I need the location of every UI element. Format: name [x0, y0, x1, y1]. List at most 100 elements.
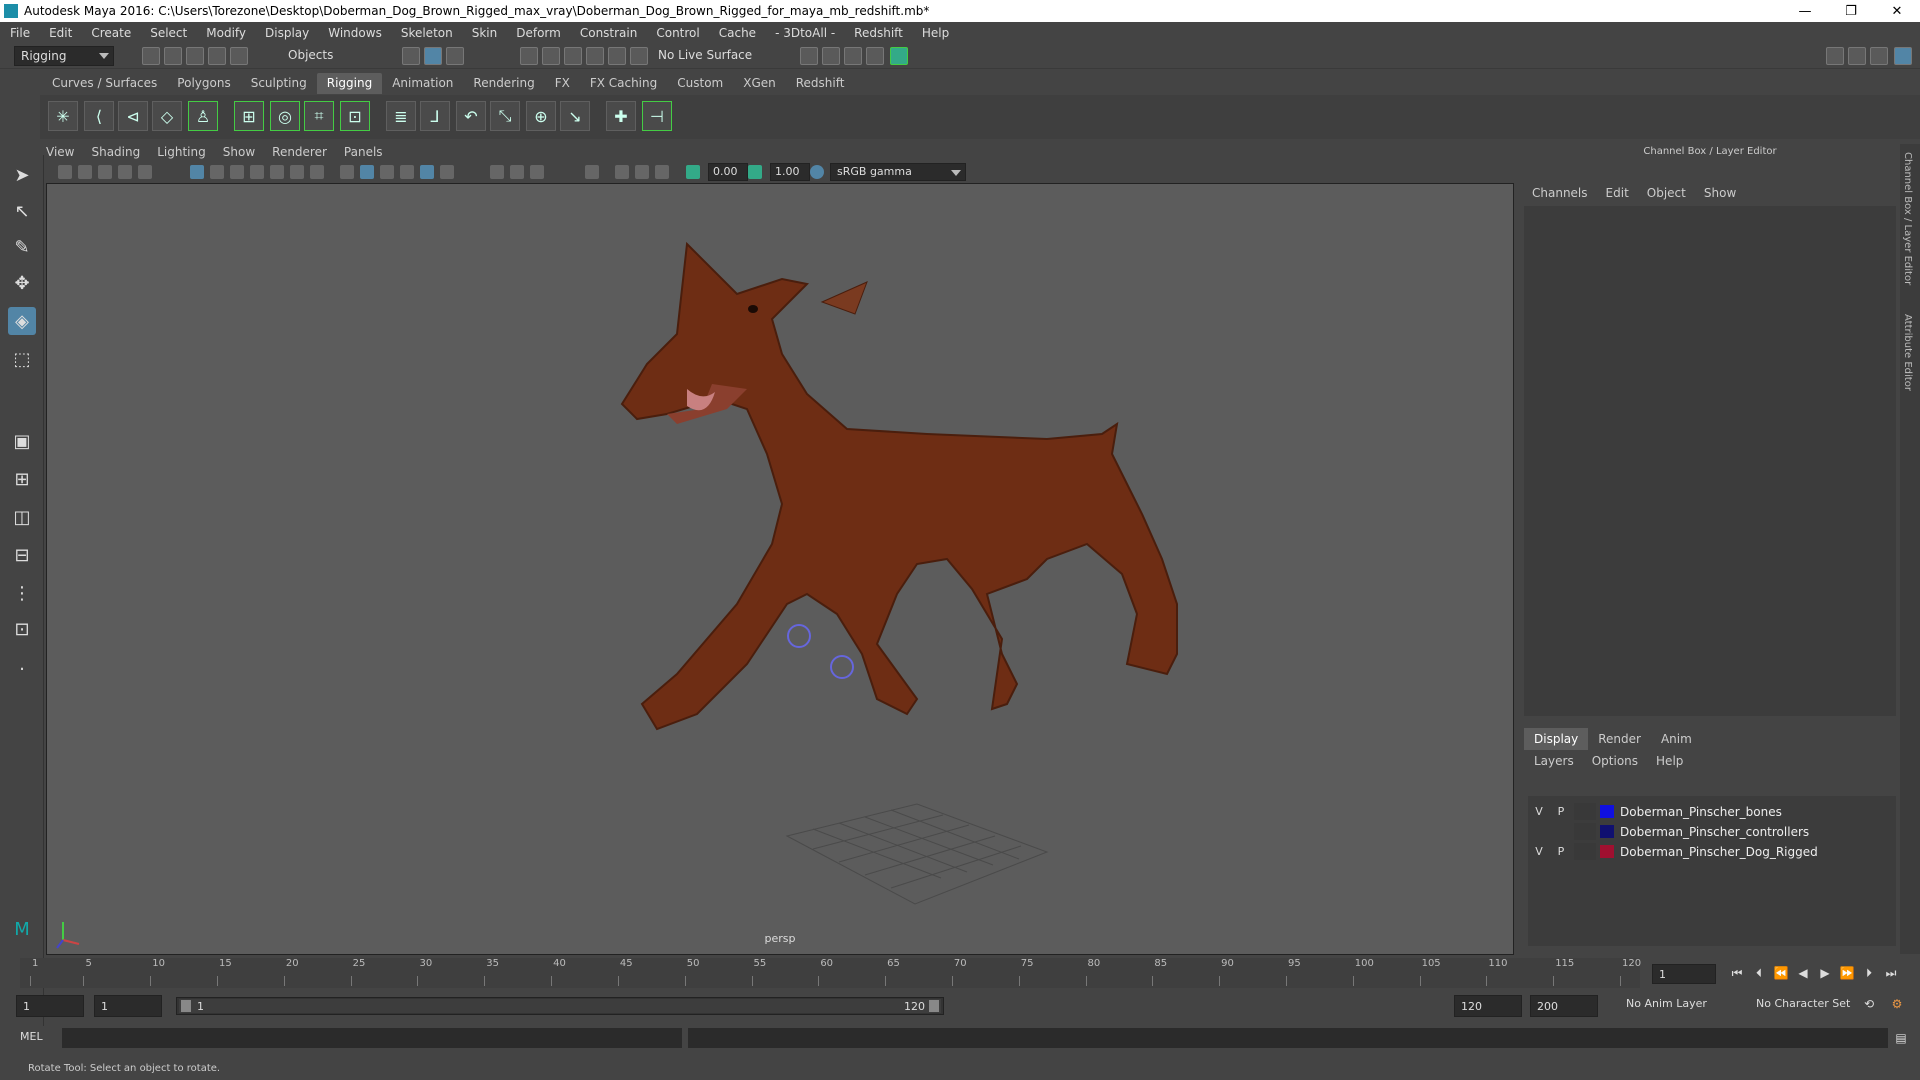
single-view-layout-icon[interactable]: ▣	[8, 427, 36, 455]
channel-box-area[interactable]	[1524, 206, 1896, 716]
open-scene-icon[interactable]	[164, 47, 182, 65]
attribute-editor-toggle-icon[interactable]	[1848, 47, 1866, 65]
cb-menu-edit[interactable]: Edit	[1606, 186, 1629, 200]
tool-settings-toggle-icon[interactable]	[1870, 47, 1888, 65]
image-plane-icon[interactable]	[118, 165, 132, 179]
textured-icon[interactable]	[400, 165, 414, 179]
cluster-icon[interactable]: ⊡	[340, 101, 370, 131]
shelf-tab-rendering[interactable]: Rendering	[463, 73, 544, 94]
menu-skin[interactable]: Skin	[472, 26, 498, 40]
selection-mode-dropdown[interactable]: Objects	[282, 46, 382, 66]
motion-blur-icon[interactable]	[510, 165, 524, 179]
redshift-render-icon[interactable]	[890, 47, 908, 65]
shelf-tab-sculpting[interactable]: Sculpting	[241, 73, 317, 94]
restore-button[interactable]: ❐	[1828, 0, 1874, 22]
gamma-toggle-icon[interactable]	[748, 165, 762, 179]
shelf-tab-polygons[interactable]: Polygons	[167, 73, 240, 94]
viewport[interactable]: persp	[46, 183, 1514, 955]
menu-deform[interactable]: Deform	[516, 26, 561, 40]
play-forwards-icon[interactable]: ▶	[1816, 964, 1834, 982]
menu-create[interactable]: Create	[91, 26, 131, 40]
color-space-dropdown[interactable]: sRGB gamma	[830, 163, 966, 181]
more-layouts-icon[interactable]: ⋅	[8, 655, 36, 683]
cb-menu-channels[interactable]: Channels	[1532, 186, 1588, 200]
menu-select[interactable]: Select	[150, 26, 187, 40]
gate-mask-icon[interactable]	[250, 165, 264, 179]
default-material-icon[interactable]	[380, 165, 394, 179]
channel-box-toggle-icon[interactable]	[1894, 47, 1912, 65]
field-chart-icon[interactable]	[270, 165, 284, 179]
pole-vector-icon[interactable]: ↘	[560, 101, 590, 131]
resolution-gate-icon[interactable]	[230, 165, 244, 179]
shelf-tab-curves-surfaces[interactable]: Curves / Surfaces	[42, 73, 167, 94]
menu-control[interactable]: Control	[656, 26, 699, 40]
menu-help[interactable]: Help	[922, 26, 949, 40]
grid-toggle-icon[interactable]	[190, 165, 204, 179]
script-editor-icon[interactable]: ▤	[1892, 1029, 1910, 1047]
menu-windows[interactable]: Windows	[328, 26, 382, 40]
animation-start-field[interactable]: 1	[16, 995, 84, 1017]
layer-playback-toggle[interactable]: P	[1550, 805, 1572, 818]
point-constraint-icon[interactable]: ↶	[456, 101, 486, 131]
layer-display-type[interactable]	[1574, 843, 1596, 860]
four-view-layout-icon[interactable]: ⊞	[8, 465, 36, 493]
smooth-shade-icon[interactable]	[360, 165, 374, 179]
paint-select-icon[interactable]: ✎	[8, 233, 36, 261]
hypershade-icon[interactable]	[866, 47, 884, 65]
snap-point-icon[interactable]	[564, 47, 582, 65]
skin-weights-icon[interactable]: ≣	[386, 101, 416, 131]
snap-view-icon[interactable]	[586, 47, 604, 65]
le-menu-help[interactable]: Help	[1656, 754, 1683, 768]
snap-grid-icon[interactable]	[520, 47, 538, 65]
layer-color-swatch[interactable]	[1600, 845, 1614, 858]
panel-menu-renderer[interactable]: Renderer	[272, 145, 327, 163]
menu-constrain[interactable]: Constrain	[580, 26, 638, 40]
layer-visibility-toggle[interactable]: V	[1528, 845, 1550, 858]
lasso-tool-icon[interactable]: ↖	[8, 197, 36, 225]
parent-constraint-icon[interactable]: ⅃	[420, 101, 450, 131]
menu-skeleton[interactable]: Skeleton	[401, 26, 453, 40]
range-slider[interactable]: 1 120	[176, 997, 944, 1015]
cb-menu-object[interactable]: Object	[1647, 186, 1686, 200]
preferences-icon[interactable]: ⚙	[1888, 995, 1906, 1013]
layer-display-type[interactable]	[1574, 803, 1596, 820]
film-gate-icon[interactable]	[210, 165, 224, 179]
shadows-icon[interactable]	[440, 165, 454, 179]
set-driven-key-icon[interactable]: ⊣	[642, 101, 672, 131]
current-frame-field[interactable]: 1	[1652, 964, 1716, 984]
animation-end-field[interactable]: 200	[1530, 995, 1598, 1017]
insert-joint-icon[interactable]: ⟨	[84, 101, 114, 131]
smooth-bind-icon[interactable]: ◎	[270, 101, 300, 131]
step-forward-frame-icon[interactable]: ⏵	[1860, 964, 1878, 982]
safe-title-icon[interactable]	[310, 165, 324, 179]
snap-surface-icon[interactable]	[608, 47, 626, 65]
playback-end-field[interactable]: 120	[1454, 995, 1522, 1017]
select-hierarchy-icon[interactable]	[402, 47, 420, 65]
snap-curve-icon[interactable]	[542, 47, 560, 65]
wireframe-icon[interactable]	[340, 165, 354, 179]
range-start-handle[interactable]	[181, 1000, 191, 1012]
modeling-toolkit-icon[interactable]	[1826, 47, 1844, 65]
side-tab-channel-box[interactable]: Channel Box / Layer Editor	[1902, 152, 1913, 285]
live-surface-field[interactable]: No Live Surface	[652, 46, 762, 66]
layer-row[interactable]: V P Doberman_Pinscher_bones	[1528, 802, 1896, 821]
shelf-tab-animation[interactable]: Animation	[382, 73, 463, 94]
shelf-tab-redshift[interactable]: Redshift	[786, 73, 855, 94]
quick-rig-icon[interactable]: ♙	[188, 101, 218, 131]
render-settings-icon[interactable]	[844, 47, 862, 65]
grease-pencil-icon[interactable]	[138, 165, 152, 179]
menu-display[interactable]: Display	[265, 26, 309, 40]
select-component-icon[interactable]	[446, 47, 464, 65]
tab-anim[interactable]: Anim	[1651, 728, 1702, 750]
use-all-lights-icon[interactable]	[420, 165, 434, 179]
mirror-joint-icon[interactable]: ⊲	[118, 101, 148, 131]
camera-attributes-icon[interactable]	[78, 165, 92, 179]
orient-constraint-icon[interactable]: ⤡	[490, 101, 520, 131]
step-forward-key-icon[interactable]: ⏩	[1838, 964, 1856, 982]
save-scene-icon[interactable]	[186, 47, 204, 65]
panel-menu-lighting[interactable]: Lighting	[157, 145, 206, 163]
panel-menu-show[interactable]: Show	[223, 145, 255, 163]
layer-color-swatch[interactable]	[1600, 825, 1614, 838]
bookmark-icon[interactable]	[98, 165, 112, 179]
layer-playback-toggle[interactable]: P	[1550, 845, 1572, 858]
